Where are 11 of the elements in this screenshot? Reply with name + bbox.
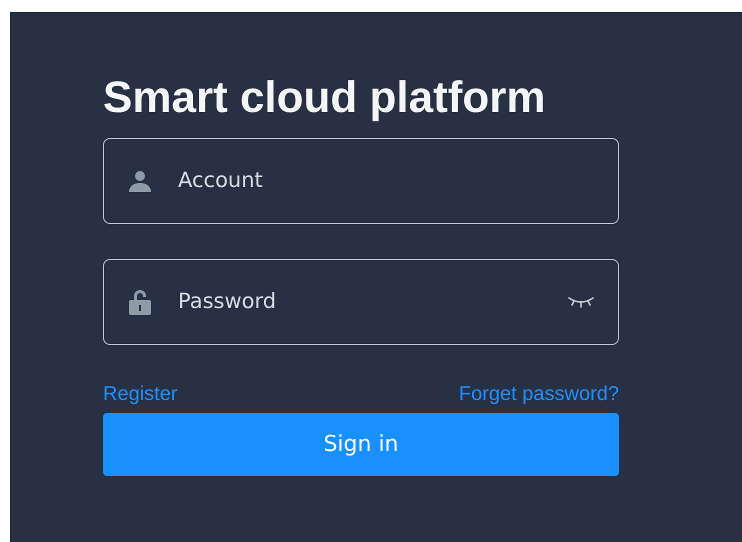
password-input[interactable]: Password [176,285,544,319]
person-icon [128,169,152,193]
lock-icon [128,289,152,315]
register-link[interactable]: Register [103,379,178,409]
forgot-password-link[interactable]: Forget password? [458,379,619,409]
account-field[interactable]: Account [103,138,619,224]
password-field[interactable]: Password [103,259,619,345]
page-title: Smart cloud platform [103,72,546,124]
account-input[interactable]: Account [176,164,594,198]
sign-in-button[interactable]: Sign in [103,413,619,476]
closed-eye-icon[interactable] [568,296,594,308]
